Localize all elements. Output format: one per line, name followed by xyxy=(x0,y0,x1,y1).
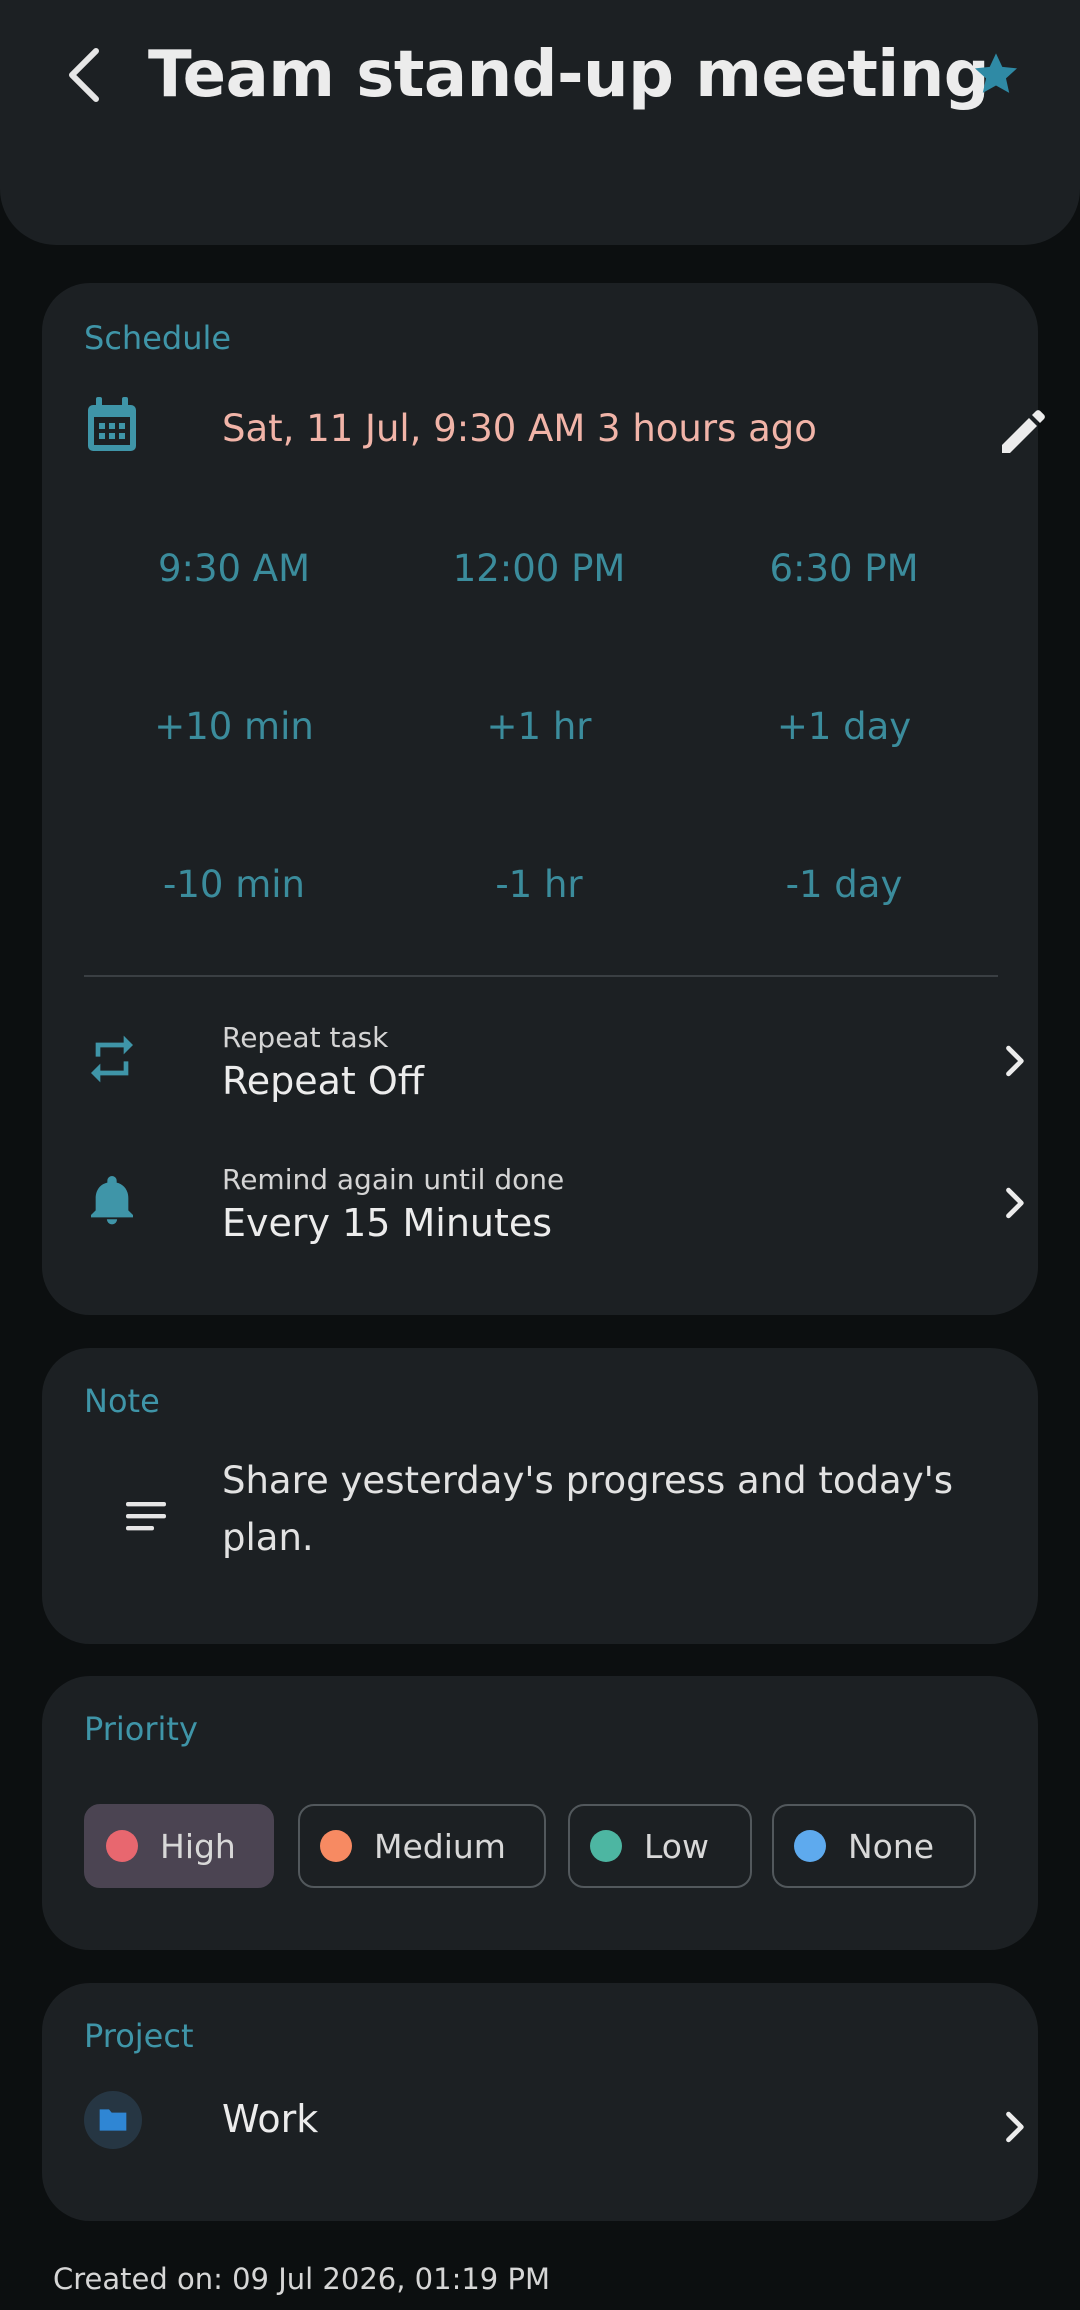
subtract-time-button[interactable]: -1 hr xyxy=(389,839,689,929)
quick-time-button[interactable]: 12:00 PM xyxy=(389,523,689,613)
repeat-task-value: Repeat Off xyxy=(222,1059,424,1103)
blue-dot-icon xyxy=(794,1830,826,1862)
schedule-heading: Schedule xyxy=(84,319,232,357)
star-icon xyxy=(974,53,1018,93)
note-card[interactable]: Note Share yesterday's progress and toda… xyxy=(42,1348,1038,1644)
schedule-datetime-row[interactable]: Sat, 11 Jul, 9:30 AM 3 hours ago xyxy=(84,393,1045,473)
folder-icon xyxy=(99,2109,127,2131)
add-time-button[interactable]: +1 day xyxy=(694,681,994,771)
repeat-task-label: Repeat task xyxy=(222,1021,389,1054)
chevron-right-icon xyxy=(1006,1045,1024,1077)
chevron-right-icon xyxy=(1006,1187,1024,1219)
green-dot-icon xyxy=(590,1830,622,1862)
favorite-button[interactable] xyxy=(964,42,1028,106)
schedule-datetime: Sat, 11 Jul, 9:30 AM 3 hours ago xyxy=(222,407,817,450)
quick-time-button[interactable]: 6:30 PM xyxy=(694,523,994,613)
remind-value: Every 15 Minutes xyxy=(222,1201,553,1245)
priority-card: Priority High Medium Low None xyxy=(42,1676,1038,1950)
project-row[interactable]: Work xyxy=(84,2083,1024,2163)
priority-chip-high[interactable]: High xyxy=(84,1804,274,1888)
folder-icon-badge xyxy=(84,2091,142,2149)
priority-chip-none[interactable]: None xyxy=(772,1804,976,1888)
orange-dot-icon xyxy=(320,1830,352,1862)
subtract-time-button[interactable]: -1 day xyxy=(694,839,994,929)
add-time-button[interactable]: +10 min xyxy=(84,681,384,771)
schedule-card: Schedule Sat, 11 Jul, 9:30 AM 3 hours ag… xyxy=(42,283,1045,1315)
priority-heading: Priority xyxy=(84,1710,198,1748)
chip-label: None xyxy=(848,1826,935,1866)
edit-icon[interactable] xyxy=(992,403,1052,463)
remind-label: Remind again until done xyxy=(222,1163,565,1196)
priority-chip-medium[interactable]: Medium xyxy=(298,1804,546,1888)
chip-label: Medium xyxy=(374,1826,506,1866)
app-header: Team stand-up meeting xyxy=(0,0,1080,245)
repeat-icon xyxy=(91,1035,133,1083)
remind-row[interactable]: Remind again until done Every 15 Minutes xyxy=(84,1151,1024,1261)
page-title: Team stand-up meeting xyxy=(148,38,990,112)
chip-label: Low xyxy=(644,1826,709,1866)
project-card: Project Work xyxy=(42,1983,1038,2221)
chip-label: High xyxy=(160,1826,236,1866)
notes-icon xyxy=(126,1502,166,1531)
subtract-time-button[interactable]: -10 min xyxy=(84,839,384,929)
priority-chip-low[interactable]: Low xyxy=(568,1804,752,1888)
project-name: Work xyxy=(222,2097,319,2141)
divider xyxy=(84,975,998,977)
add-time-button[interactable]: +1 hr xyxy=(389,681,689,771)
quick-time-button[interactable]: 9:30 AM xyxy=(84,523,384,613)
bell-icon xyxy=(91,1176,133,1225)
red-dot-icon xyxy=(106,1830,138,1862)
calendar-icon xyxy=(88,397,136,451)
back-button[interactable] xyxy=(56,40,112,110)
note-text: Share yesterday's progress and today's p… xyxy=(222,1459,954,1559)
chevron-left-icon xyxy=(69,48,99,102)
repeat-task-row[interactable]: Repeat task Repeat Off xyxy=(84,1009,1024,1119)
created-timestamp: Created on: 09 Jul 2026, 01:19 PM xyxy=(53,2262,550,2296)
note-heading: Note xyxy=(84,1382,160,1420)
project-heading: Project xyxy=(84,2017,194,2055)
chevron-right-icon xyxy=(1006,2111,1024,2143)
